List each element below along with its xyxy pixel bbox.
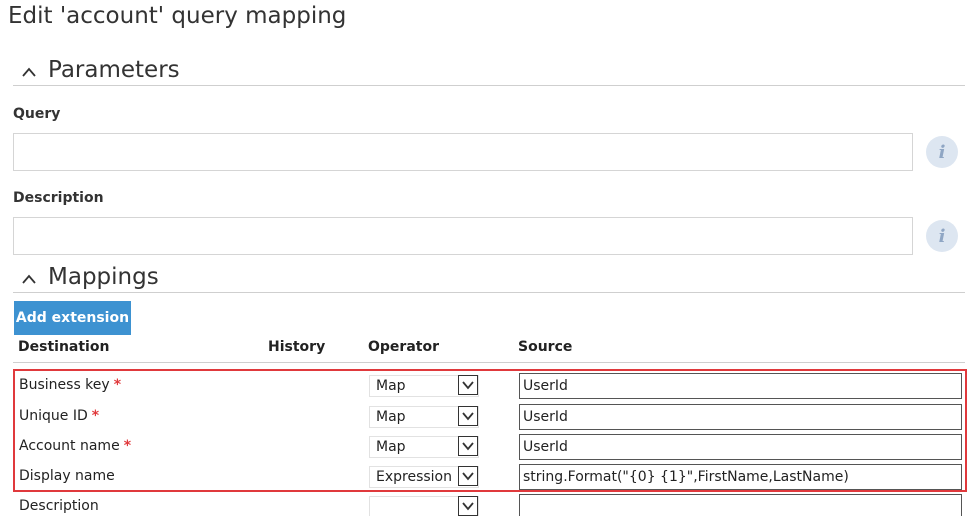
operator-value: Map (376, 409, 406, 425)
header-divider (13, 362, 965, 363)
mapping-row: Display name Expression (0, 462, 971, 492)
query-input[interactable] (13, 133, 913, 171)
column-header-destination: Destination (18, 339, 110, 355)
operator-select[interactable]: Map (369, 436, 479, 458)
mapping-destination-label: Display name (19, 468, 115, 484)
description-input[interactable] (13, 217, 913, 255)
required-marker: * (123, 438, 132, 454)
required-marker: * (91, 408, 100, 424)
chevron-down-icon[interactable] (458, 466, 478, 486)
column-header-source: Source (518, 339, 573, 355)
chevron-down-icon[interactable] (458, 496, 478, 516)
source-input[interactable] (519, 373, 962, 399)
mapping-destination-label: Unique ID (19, 408, 88, 424)
mapping-destination: Business key * (19, 377, 121, 393)
mapping-destination: Account name * (19, 438, 131, 454)
mapping-row: Account name * Map (0, 432, 971, 462)
operator-select[interactable] (369, 496, 479, 516)
operator-value: Expression (376, 469, 452, 485)
source-input[interactable] (519, 464, 962, 490)
chevron-down-icon[interactable] (458, 436, 478, 456)
mapping-row: Business key * Map (0, 371, 971, 401)
mapping-row: Description (0, 492, 971, 516)
parameters-section-header[interactable]: Parameters (13, 55, 965, 86)
add-extension-button[interactable]: Add extension (14, 301, 131, 335)
chevron-down-icon[interactable] (458, 406, 478, 426)
required-marker: * (113, 377, 122, 393)
source-input[interactable] (519, 404, 962, 430)
operator-select[interactable]: Map (369, 375, 479, 397)
operator-value: Map (376, 378, 406, 394)
operator-select[interactable]: Map (369, 406, 479, 428)
chevron-down-icon[interactable] (458, 375, 478, 395)
query-label: Query (13, 106, 61, 122)
mapping-row: Unique ID * Map (0, 402, 971, 432)
description-label: Description (13, 190, 104, 206)
source-input[interactable] (519, 494, 962, 516)
description-info-icon[interactable]: i (926, 220, 958, 252)
operator-select[interactable]: Expression (369, 466, 479, 488)
edit-query-mapping-page: Edit 'account' query mapping Parameters … (0, 0, 971, 516)
query-info-icon[interactable]: i (926, 136, 958, 168)
mapping-destination: Display name (19, 468, 115, 484)
chevron-up-icon[interactable] (22, 66, 36, 80)
source-input[interactable] (519, 434, 962, 460)
mapping-destination-label: Description (19, 498, 99, 514)
column-header-operator: Operator (368, 339, 439, 355)
mappings-section-label: Mappings (48, 264, 159, 290)
page-title: Edit 'account' query mapping (8, 3, 347, 29)
mappings-section-header[interactable]: Mappings (13, 262, 965, 293)
column-header-history: History (268, 339, 326, 355)
parameters-section-label: Parameters (48, 57, 180, 83)
mapping-destination: Description (19, 498, 99, 514)
mapping-destination: Unique ID * (19, 408, 99, 424)
mapping-destination-label: Business key (19, 377, 110, 393)
operator-value: Map (376, 439, 406, 455)
chevron-up-icon[interactable] (22, 273, 36, 287)
mapping-destination-label: Account name (19, 438, 120, 454)
